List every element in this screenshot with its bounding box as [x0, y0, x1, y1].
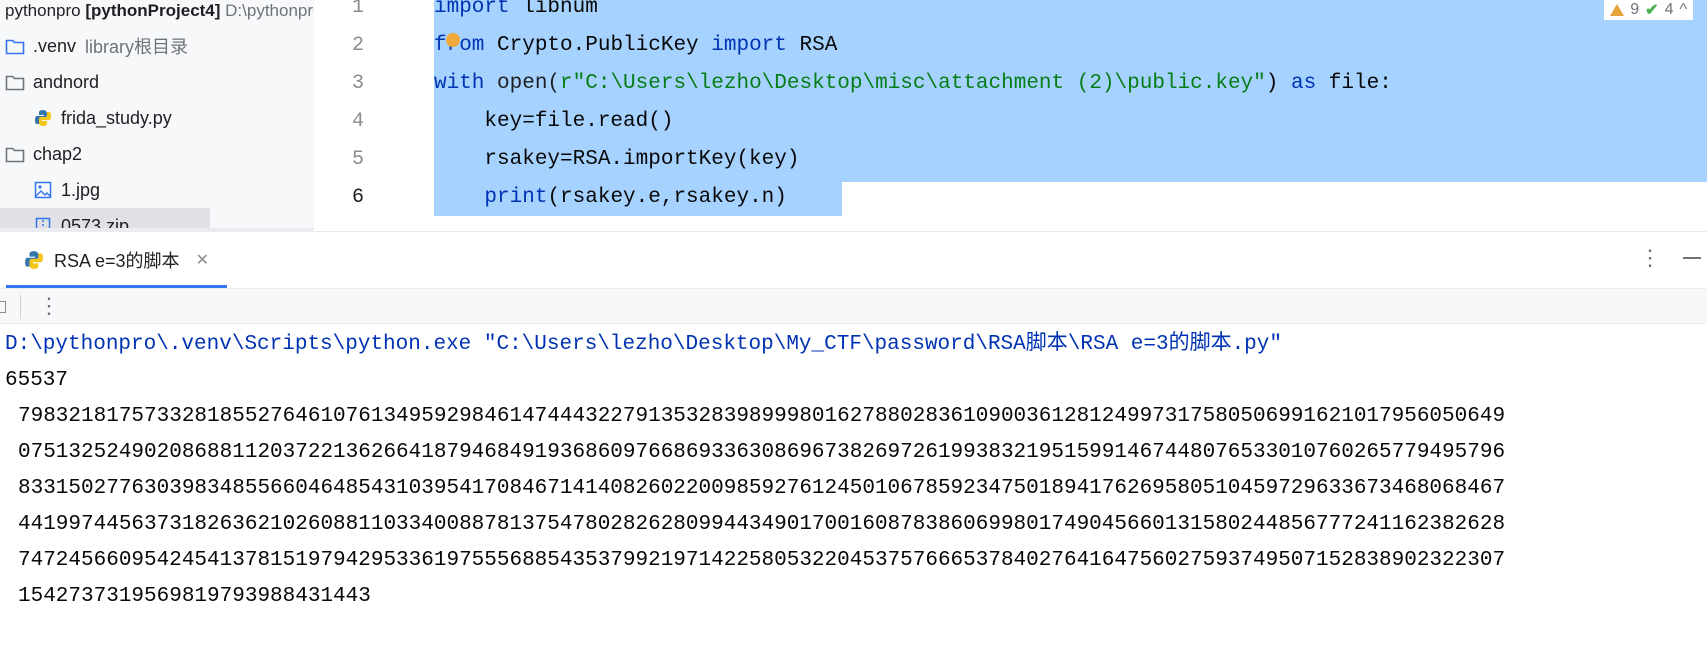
keyword: print: [484, 186, 548, 209]
tree-item-1-jpg[interactable]: 1.jpg: [33, 172, 100, 208]
code-text: rsakey=RSA.importKey(key): [434, 148, 800, 171]
double-check-icon: ✔: [1645, 2, 1659, 19]
project-root-path: D:\pythonpro: [225, 1, 314, 20]
code-text: (rsakey.e,rsakey.n): [547, 186, 787, 209]
console-output-n-line: 8331502776303983485566046485431039541708…: [18, 477, 1506, 500]
code-line-5[interactable]: rsakey=RSA.importKey(key): [434, 140, 799, 179]
warning-count: 9: [1630, 1, 1640, 18]
line-number-gutter: 1 2 3 4 5 6: [314, 0, 431, 231]
run-tab[interactable]: RSA e=3的脚本 ✕: [6, 232, 227, 288]
code-text: Crypto.PublicKey: [484, 34, 712, 57]
code-text: RSA: [786, 34, 838, 57]
run-tab-label: RSA e=3的脚本: [54, 251, 180, 271]
keyword: with: [434, 72, 485, 95]
tree-item-label: chap2: [33, 143, 83, 164]
tree-item-andnord[interactable]: andnord: [5, 64, 99, 100]
code-text: ): [1265, 72, 1291, 95]
line-number: 3: [351, 72, 364, 95]
keyword: import: [434, 0, 510, 19]
code-line-4[interactable]: key=file.read(): [434, 102, 673, 141]
line-number-current: 6: [351, 186, 364, 209]
tree-item-hint: library根目录: [85, 37, 189, 57]
run-tool-window: RSA e=3的脚本 ✕ ⋮ ⋮ D:\pythonpro\.venv\Scri…: [0, 231, 1707, 667]
chevron-up-icon[interactable]: ^: [1679, 1, 1687, 19]
close-tab-icon[interactable]: ✕: [196, 250, 209, 270]
console-output-n-line: 4419974456373182636210260881103340088781…: [18, 513, 1506, 536]
minimize-icon[interactable]: [1683, 248, 1701, 268]
line-number: 4: [351, 110, 364, 133]
project-root-name: pythonpro: [5, 1, 81, 20]
run-toolbar: ⋮: [0, 288, 1707, 324]
tree-item-label: .venv: [33, 35, 77, 56]
line-number: 5: [351, 148, 364, 171]
code-text: key=file.read(): [434, 110, 674, 133]
console-output-e: 65537: [5, 369, 69, 392]
tree-item-label: 1.jpg: [61, 179, 101, 200]
keyword: import: [711, 34, 787, 57]
toolbar-stub-icon[interactable]: [0, 301, 6, 313]
tree-item-label: frida_study.py: [61, 107, 172, 128]
tree-item-label: andnord: [33, 71, 100, 92]
tree-item-frida-study[interactable]: frida_study.py: [33, 100, 172, 136]
toolbar-separator: [20, 295, 21, 319]
code-editor[interactable]: 1 2 3 4 5 6 import libnum from Crypto.Pu…: [314, 0, 1707, 231]
code-line-2[interactable]: from Crypto.PublicKey import RSA: [434, 26, 837, 65]
code-text: libnum: [509, 0, 598, 19]
tree-item-venv[interactable]: .venv library根目录: [5, 28, 188, 64]
keyword: as: [1290, 72, 1317, 95]
string-literal: r"C:\Users\lezho\Desktop\misc\attachment…: [560, 72, 1266, 95]
console-output-n-line: 7472456609542454137815197942953361975556…: [18, 549, 1506, 572]
console-output-n-line: 154273731956981979398843144​3: [18, 585, 371, 608]
folder-icon: [5, 73, 25, 91]
project-root-project: [pythonProject4]: [85, 1, 221, 20]
console-command-line: D:\pythonpro\.venv\Scripts\python.exe "C…: [5, 333, 1282, 356]
code-line-3[interactable]: with open(r"C:\Users\lezho\Desktop\misc\…: [434, 64, 1392, 103]
line-number: 1: [351, 0, 364, 19]
lightbulb-icon[interactable]: [446, 33, 460, 47]
folder-icon: [5, 145, 25, 163]
code-text: file:: [1316, 72, 1392, 95]
python-file-icon: [33, 109, 53, 127]
code-line-1[interactable]: import libnum: [434, 0, 598, 27]
console-output-n-line: 0751325249020868811203722136266418794684…: [18, 441, 1506, 464]
code-text: open(: [484, 72, 561, 95]
inspection-widget[interactable]: 9 ✔ 4 ^: [1604, 0, 1693, 20]
project-root-row[interactable]: pythonpro [pythonProject4] D:\pythonpro: [5, 0, 314, 22]
more-options-icon[interactable]: ⋮: [1639, 247, 1661, 269]
line-number: 2: [351, 34, 364, 57]
folder-icon: [5, 37, 25, 55]
console-output-n-line: 7983218175733281855276461076134959298461…: [18, 405, 1506, 428]
run-console-output[interactable]: D:\pythonpro\.venv\Scripts\python.exe "C…: [0, 324, 1707, 667]
code-line-6[interactable]: print(rsakey.e,rsakey.n): [434, 178, 787, 217]
tree-item-chap2[interactable]: chap2: [5, 136, 82, 172]
warning-icon: [1610, 4, 1625, 16]
project-tool-window: pythonpro [pythonProject4] D:\pythonpro …: [0, 0, 314, 231]
image-file-icon: [33, 181, 53, 199]
toolbar-more-icon[interactable]: ⋮: [38, 293, 60, 319]
python-file-icon: [24, 250, 44, 270]
weak-warning-count: 4: [1664, 1, 1674, 18]
